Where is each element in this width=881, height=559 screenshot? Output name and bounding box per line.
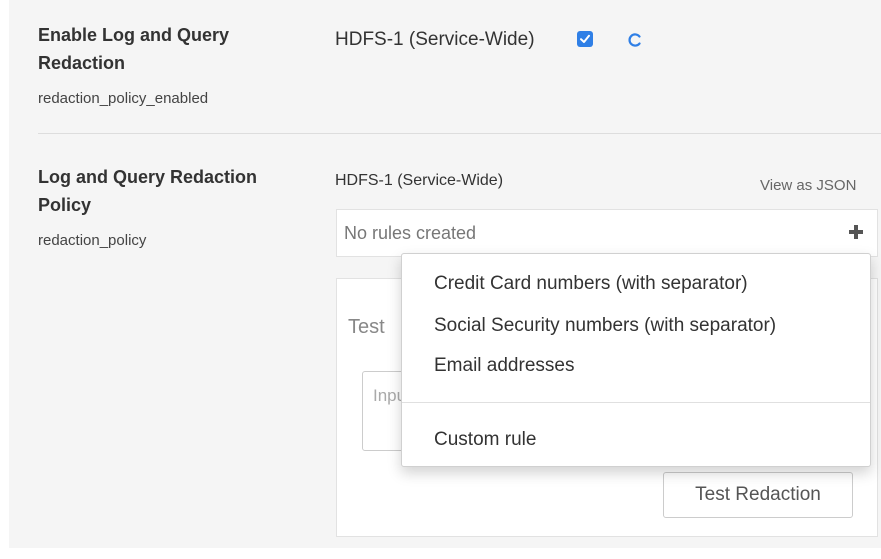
test-redaction-button[interactable]: Test Redaction — [663, 472, 853, 518]
menu-item-custom-rule[interactable]: Custom rule — [434, 429, 536, 451]
add-rule-dropdown-menu: Credit Card numbers (with separator) Soc… — [401, 253, 871, 467]
plus-icon[interactable] — [848, 224, 864, 240]
setting-key-redaction-enabled: redaction_policy_enabled — [38, 90, 209, 107]
menu-item-ssn[interactable]: Social Security numbers (with separator) — [434, 315, 776, 337]
menu-item-credit-card[interactable]: Credit Card numbers (with separator) — [434, 273, 748, 295]
setting-title-line-1: Enable Log and Query — [38, 25, 230, 45]
setting-title-line-2: Redaction — [38, 53, 126, 73]
settings-divider — [38, 133, 881, 134]
setting-title-line-1: Log and Query Redaction — [38, 167, 258, 187]
rules-empty-message: No rules created — [344, 223, 477, 243]
setting-title-redaction-policy: Log and Query Redaction Policy — [38, 163, 308, 219]
refresh-icon[interactable] — [626, 30, 644, 50]
redaction-rules-list: No rules created — [336, 209, 878, 257]
menu-divider — [402, 402, 870, 403]
scope-label-redaction-policy: HDFS-1 (Service-Wide) — [335, 172, 504, 189]
view-as-json-link[interactable]: View as JSON — [760, 177, 856, 194]
test-redaction-title: Test — [348, 316, 385, 338]
checkbox-checked-icon — [580, 34, 590, 43]
enable-redaction-checkbox[interactable] — [577, 31, 593, 47]
scope-label-enable-redaction: HDFS-1 (Service-Wide) — [335, 29, 535, 50]
setting-key-redaction-policy: redaction_policy — [38, 232, 147, 249]
menu-item-email[interactable]: Email addresses — [434, 355, 574, 377]
setting-title-line-2: Policy — [38, 195, 92, 215]
setting-title-enable-redaction: Enable Log and Query Redaction — [38, 21, 308, 77]
